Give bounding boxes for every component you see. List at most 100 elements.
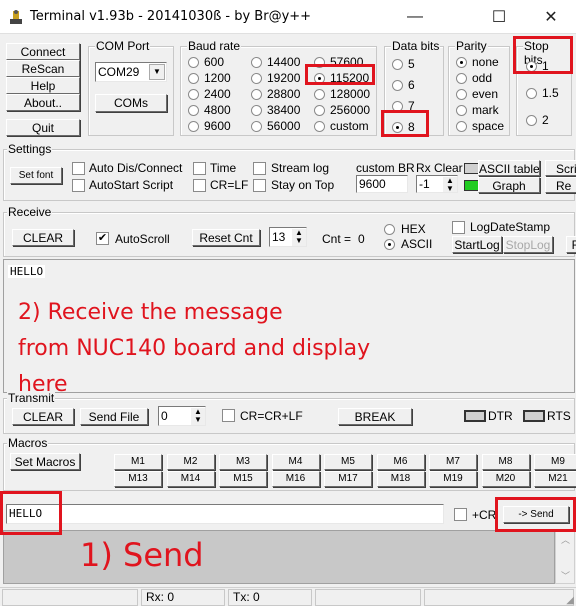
baud-14400-radio[interactable] [251, 57, 262, 68]
macro-button-m3[interactable]: M3 [219, 454, 267, 470]
baud-19200-radio[interactable] [251, 73, 262, 84]
start-log-button[interactable]: StartLog [452, 236, 502, 253]
parity-odd-radio[interactable] [456, 73, 467, 84]
baud-28800-label: 28800 [267, 87, 301, 101]
transmit-scrollbar[interactable]: ︿ ﹀ [555, 530, 575, 584]
macro-button-m2[interactable]: M2 [166, 454, 215, 470]
ascii-radio[interactable] [384, 239, 395, 250]
scripting-button[interactable]: Scri [545, 160, 576, 176]
set-macros-button[interactable]: Set Macros [10, 453, 80, 470]
baud-128000-radio[interactable] [314, 89, 325, 100]
ascii-table-button[interactable]: ASCII table [478, 160, 540, 176]
stay-on-top-checkbox[interactable] [253, 179, 266, 192]
chevron-down-icon[interactable]: ▼ [149, 64, 165, 80]
minimize-button[interactable]: — [392, 0, 438, 34]
coms-button[interactable]: COMs [95, 94, 167, 112]
cr-crlf-checkbox[interactable] [222, 409, 235, 422]
settings-legend: Settings [7, 142, 53, 156]
break-button[interactable]: BREAK [338, 408, 412, 425]
resize-grip-icon[interactable]: ◢ [566, 595, 574, 606]
transmit-spinner[interactable]: ▲ ▼ [191, 408, 205, 425]
baud-600-radio[interactable] [188, 57, 199, 68]
macro-button-m18[interactable]: M18 [376, 471, 425, 487]
dtr-led-icon[interactable] [464, 410, 486, 422]
about-button[interactable]: About.. [6, 94, 80, 111]
stop-bits-1-5-radio[interactable] [526, 88, 537, 99]
macro-button-m17[interactable]: M17 [324, 471, 372, 487]
rx-clear-label: Rx Clear [416, 161, 463, 175]
macro-button-m16[interactable]: M16 [271, 471, 320, 487]
close-button[interactable]: ✕ [528, 0, 574, 34]
stop-log-button[interactable]: StopLog [503, 236, 553, 253]
macro-button-m14[interactable]: M14 [166, 471, 215, 487]
remote-button[interactable]: Re [545, 177, 576, 193]
hex-radio[interactable] [384, 224, 395, 235]
reset-cnt-button[interactable]: Reset Cnt [192, 229, 260, 246]
data-bits-5-radio[interactable] [392, 59, 403, 70]
rx-counter: Rx: 0 [141, 589, 225, 606]
macro-button-m4[interactable]: M4 [271, 454, 320, 470]
baud-56000-radio[interactable] [251, 121, 262, 132]
macro-button-m7[interactable]: M7 [429, 454, 477, 470]
received-text: HELLO [8, 265, 46, 278]
macro-button-m1[interactable]: M1 [114, 454, 162, 470]
baud-2400-radio[interactable] [188, 89, 199, 100]
rx-clear-spinner[interactable]: ▲ ▼ [443, 177, 457, 192]
macro-button-m6[interactable]: M6 [376, 454, 425, 470]
transmit-clear-button[interactable]: CLEAR [12, 408, 74, 425]
custom-br-input[interactable]: 9600 [356, 175, 408, 193]
send-file-button[interactable]: Send File [80, 408, 148, 425]
send-input[interactable]: HELLO [6, 504, 444, 524]
rts-led-icon[interactable] [523, 410, 545, 422]
stop-bits-2-label: 2 [542, 113, 549, 127]
set-font-button[interactable]: Set font [10, 167, 62, 184]
receive-clear-button[interactable]: CLEAR [12, 229, 74, 246]
baud-1200-radio[interactable] [188, 73, 199, 84]
autostart-script-checkbox[interactable] [72, 179, 85, 192]
macro-button-m9[interactable]: M9 [534, 454, 576, 470]
graph-button[interactable]: Graph [478, 177, 540, 193]
rx-clear-input[interactable]: -1 ▲ ▼ [416, 175, 458, 193]
stream-log-checkbox[interactable] [253, 162, 266, 175]
stop-bits-2-radio[interactable] [526, 115, 537, 126]
autoscroll-checkbox[interactable]: ✔ [96, 232, 109, 245]
maximize-button[interactable]: ☐ [476, 0, 522, 34]
baud-9600-radio[interactable] [188, 121, 199, 132]
data-bits-6-radio[interactable] [392, 80, 403, 91]
transmit-spin-input[interactable]: 0 ▲ ▼ [158, 406, 206, 426]
help-button[interactable]: Help [6, 77, 80, 94]
macro-button-m15[interactable]: M15 [219, 471, 267, 487]
cnt-spin-input[interactable]: 13 ▲ ▼ [269, 227, 307, 247]
connect-button[interactable]: Connect [6, 43, 80, 60]
baud-custom-radio[interactable] [314, 121, 325, 132]
baud-28800-radio[interactable] [251, 89, 262, 100]
baud-38400-radio[interactable] [251, 105, 262, 116]
window-title: Terminal v1.93b - 20141030ß - by Br@y++ [30, 9, 312, 24]
macro-button-m19[interactable]: M19 [429, 471, 477, 487]
cr-lf-checkbox[interactable] [193, 179, 206, 192]
baud-256000-radio[interactable] [314, 105, 325, 116]
time-checkbox[interactable] [193, 162, 206, 175]
parity-none-radio[interactable] [456, 57, 467, 68]
macro-button-m20[interactable]: M20 [481, 471, 530, 487]
receive-extra-button[interactable]: R [566, 236, 576, 253]
highlight-data-bits-8 [381, 110, 429, 137]
macro-button-m5[interactable]: M5 [324, 454, 372, 470]
macro-button-m21[interactable]: M21 [534, 471, 576, 487]
parity-even-radio[interactable] [456, 89, 467, 100]
status-panel-5 [424, 589, 574, 606]
log-date-stamp-checkbox[interactable] [452, 221, 465, 234]
baud-4800-radio[interactable] [188, 105, 199, 116]
macro-button-m8[interactable]: M8 [481, 454, 530, 470]
scroll-down-icon[interactable]: ﹀ [561, 569, 570, 582]
quit-button[interactable]: Quit [6, 119, 80, 136]
scroll-up-icon[interactable]: ︿ [561, 533, 570, 546]
parity-space-radio[interactable] [456, 121, 467, 132]
macro-button-m13[interactable]: M13 [114, 471, 162, 487]
cnt-spinner[interactable]: ▲ ▼ [292, 229, 306, 246]
plus-cr-checkbox[interactable] [454, 508, 467, 521]
auto-dis-connect-checkbox[interactable] [72, 162, 85, 175]
rescan-button[interactable]: ReScan [6, 60, 80, 77]
parity-mark-radio[interactable] [456, 105, 467, 116]
com-port-select[interactable]: COM29 ▼ [95, 62, 167, 82]
